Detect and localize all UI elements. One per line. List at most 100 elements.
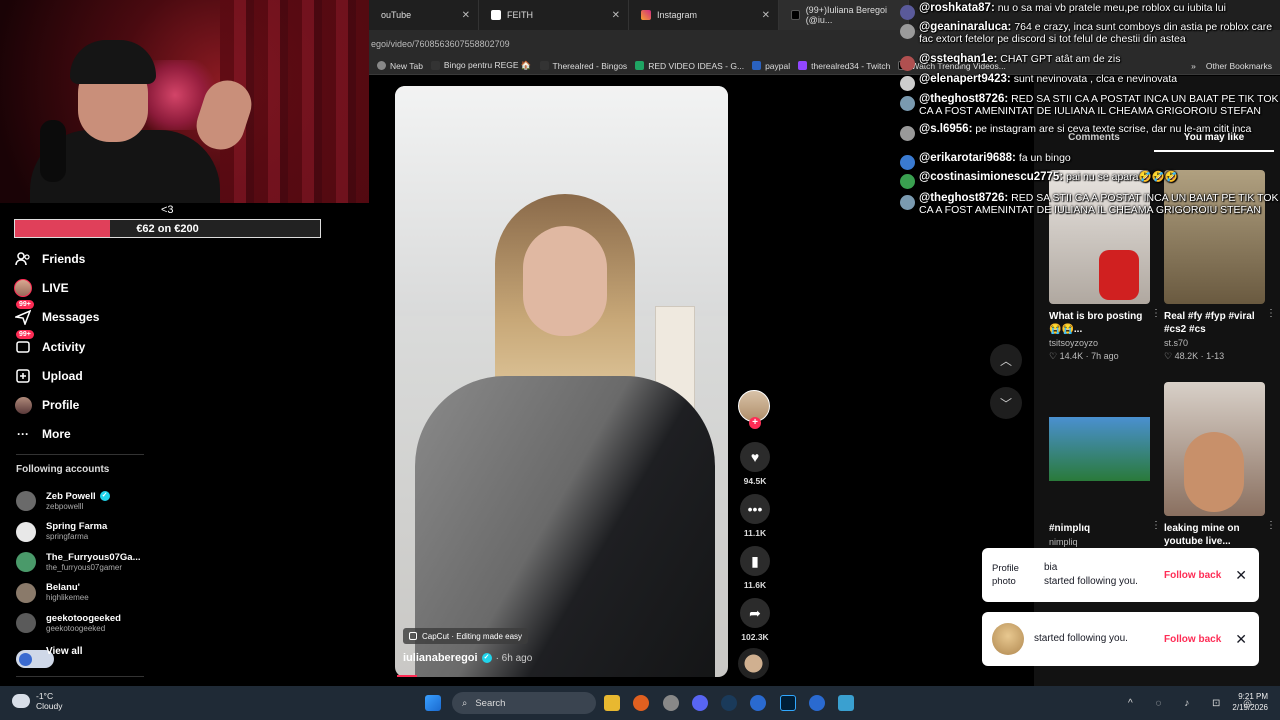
avatar	[900, 174, 915, 189]
date: 2/19/2026	[1232, 703, 1268, 712]
capcut-badge[interactable]: CapCut · Editing made easy	[403, 628, 529, 644]
list-item[interactable]: Zeb Powell ✓ zebpowelll	[16, 486, 216, 517]
chat-text: CHAT GPT atât am de zis	[1000, 53, 1121, 65]
bookmark-new-tab[interactable]: New Tab	[377, 61, 423, 71]
firefox-icon[interactable]	[633, 695, 649, 711]
follow-back-button[interactable]: Follow back	[1164, 570, 1221, 581]
sidebar-item-more[interactable]: ··· More	[14, 420, 214, 449]
card-author: tsitsoyzoyzo	[1049, 338, 1099, 348]
close-icon[interactable]: ✕	[1235, 631, 1247, 648]
more-icon[interactable]: ⋮	[1151, 520, 1161, 531]
weather-condition: Cloudy	[36, 701, 63, 711]
more-icon[interactable]: ⋮	[1266, 520, 1276, 531]
sidebar-item-profile[interactable]: Profile	[14, 390, 214, 419]
sidebar-item-label: Messages	[42, 310, 100, 325]
tab-label: Instagram	[657, 10, 698, 20]
thumbnail-figure	[1099, 250, 1139, 300]
bookmark-red-video-ideas[interactable]: RED VIDEO IDEAS - G...	[635, 61, 744, 71]
list-item[interactable]: The_Furryous07Ga... the_furryous07gamer	[16, 547, 216, 578]
url-text: egoi/video/7608563607558802709	[371, 38, 510, 49]
like-count: 94.5K	[743, 476, 767, 486]
list-item[interactable]: Belanu' highlikemee	[16, 578, 216, 609]
list-item[interactable]: geekotoogeeked geekotoogeeked	[16, 608, 216, 639]
save-button[interactable]: ▮ 11.6K	[738, 546, 772, 590]
chat-username: @ssteqhan1e:	[919, 53, 998, 65]
video-subject-face	[523, 226, 607, 336]
verified-icon: ✓	[481, 653, 492, 663]
windows-start-icon[interactable]	[425, 695, 441, 711]
chevron-down-icon[interactable]: ﹀	[990, 387, 1022, 419]
sidebar-item-label: Upload	[42, 368, 83, 383]
tab-instagram[interactable]: Instagram ✕	[629, 0, 779, 30]
close-icon[interactable]: ✕	[612, 10, 620, 21]
photoshop-icon[interactable]	[780, 695, 796, 711]
video-author[interactable]: iulianaberegoi ✓ · 6h ago	[403, 652, 532, 664]
list-item[interactable]: Spring Farma springfarma	[16, 517, 216, 548]
bookmark-icon: ▮	[740, 546, 770, 576]
sidebar-divider	[16, 676, 144, 677]
comment-button[interactable]: ••• 11.1K	[738, 494, 772, 538]
app-icon[interactable]	[663, 695, 679, 711]
discord-icon[interactable]	[692, 695, 708, 711]
sidebar-item-live[interactable]: LIVE	[14, 273, 214, 302]
avatar	[16, 491, 36, 512]
chat-message: @costinasimionescu2775: pai nu se apara🤣…	[900, 171, 1280, 189]
music-disc-icon[interactable]	[738, 648, 769, 679]
recommended-card[interactable]: #nimplıq nimpliq ⋮	[1049, 382, 1161, 547]
card-meta: ♡ 48.2K · 1-13	[1164, 351, 1225, 361]
search-icon: ⌕	[462, 697, 468, 709]
sidebar-item-messages[interactable]: 99+ Messages	[14, 300, 214, 332]
creator-avatar[interactable]: +	[738, 390, 770, 429]
file-explorer-icon[interactable]	[604, 695, 620, 711]
avatar	[16, 521, 36, 542]
sidebar-item-activity[interactable]: 99+ Activity	[14, 329, 214, 361]
taskbar-search[interactable]: ⌕ Search	[452, 692, 596, 714]
close-icon[interactable]: ✕	[462, 10, 470, 21]
sidebar-item-friends[interactable]: Friends	[14, 244, 214, 273]
app-icon[interactable]	[809, 695, 825, 711]
bookmark-bingo[interactable]: Bingo pentru REGE 🏠	[430, 60, 532, 71]
chevron-up-icon[interactable]: ︿	[990, 344, 1022, 376]
live-icon	[14, 278, 32, 297]
avatar	[900, 5, 915, 20]
video-progress-bar[interactable]	[397, 675, 417, 677]
paypal-icon	[752, 61, 762, 70]
document-icon	[491, 10, 501, 20]
more-icon[interactable]: ⋮	[1266, 308, 1276, 319]
clock[interactable]: 9:21 PM 2/19/2026	[1232, 691, 1268, 713]
verified-icon: ✓	[99, 491, 110, 502]
follow-back-button[interactable]: Follow back	[1164, 634, 1221, 645]
chat-message: @theghost8726: RED SA STII CA A POSTAT I…	[900, 93, 1280, 117]
thumbnail-face	[1184, 432, 1244, 512]
chat-text: pe instagram are si ceva texte scrise, d…	[975, 123, 1252, 135]
tab-tiktok[interactable]: (99+)Iuliana Beregoi (@iu...	[779, 0, 909, 30]
tab-youtube[interactable]: ouTube ✕	[369, 0, 479, 30]
avatar	[900, 24, 915, 39]
more-icon[interactable]: ⋮	[1151, 308, 1161, 319]
account-name: Belanu'	[46, 582, 80, 594]
sidebar-item-upload[interactable]: Upload	[14, 361, 214, 390]
bookmark-twitch[interactable]: therealred34 - Twitch	[798, 61, 890, 71]
tab-feith[interactable]: FEITH ✕	[479, 0, 629, 30]
steam-icon[interactable]	[721, 695, 737, 711]
weather-widget[interactable]: -1°C Cloudy	[12, 691, 62, 711]
card-meta: ♡ 14.4K · 7h ago	[1049, 351, 1119, 361]
bookmark-therealred-bingos[interactable]: Therealred - Bingos	[539, 61, 627, 71]
avatar	[16, 582, 36, 603]
bookmark-paypal[interactable]: paypal	[752, 61, 790, 71]
save-count: 11.6K	[743, 580, 767, 590]
like-button[interactable]: ♥ 94.5K	[738, 442, 772, 486]
goal-heart: <3	[161, 204, 174, 216]
close-icon[interactable]: ✕	[762, 10, 770, 21]
capcut-text: CapCut · Editing made easy	[422, 631, 523, 641]
video-player[interactable]	[395, 86, 728, 677]
close-icon[interactable]: ✕	[1235, 567, 1247, 584]
sidebar-item-label: Profile	[42, 398, 80, 413]
follow-plus-icon[interactable]: +	[749, 417, 761, 429]
app-icon[interactable]	[750, 695, 766, 711]
notification-text: started following you.	[1034, 633, 1128, 644]
share-button[interactable]: ➦ 102.3K	[738, 598, 772, 642]
notepad-icon[interactable]	[838, 695, 854, 711]
view-all-link[interactable]: View all	[46, 646, 83, 657]
recommended-card[interactable]: leaking mine on youtube live... ⋮	[1164, 382, 1276, 548]
